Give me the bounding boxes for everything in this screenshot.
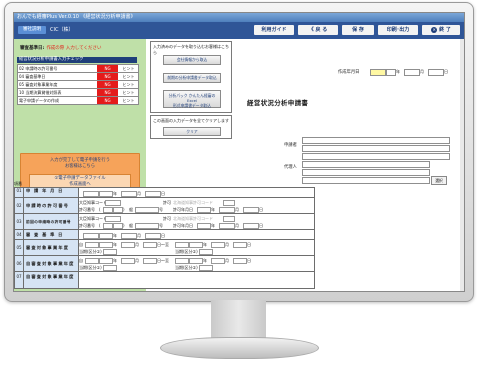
month-label: 月 bbox=[135, 258, 139, 263]
minister-code-label: 大臣知事コード bbox=[79, 200, 107, 205]
to-day-field[interactable] bbox=[233, 242, 247, 248]
to-label: 日〜至 bbox=[157, 242, 169, 247]
row-content: 大臣知事コード 許可 北海道知事許可コード 許可番号 ( ) 般 号 許可年月日… bbox=[77, 214, 314, 230]
paren: ) bbox=[123, 207, 125, 212]
from-day-field[interactable] bbox=[143, 242, 157, 248]
save-button[interactable]: 保 存 bbox=[342, 25, 374, 35]
month-label: 月 bbox=[225, 242, 229, 247]
year-label: 年 bbox=[113, 258, 117, 263]
app-screen: おんでも経審Plus Ver.0.10 《経営状況分析申請書》 審社説明 CIC… bbox=[13, 12, 465, 292]
vertical-scrollbar[interactable] bbox=[460, 39, 464, 291]
tab-company-info[interactable]: 審社説明 bbox=[18, 26, 46, 34]
row-number: 07 bbox=[15, 272, 24, 288]
row-name: 審査対象事業年度 bbox=[24, 240, 79, 256]
company-name: CIC（株） bbox=[50, 27, 74, 33]
day-label: 日 bbox=[247, 242, 251, 247]
paren: ) bbox=[123, 223, 125, 228]
year-label: 年 bbox=[203, 242, 207, 247]
row-name: 自審査対象事業年度 bbox=[24, 272, 79, 288]
day-label: 日 bbox=[247, 258, 251, 263]
close-icon: ✕ bbox=[431, 26, 438, 33]
minister-code-label: 大臣知事コード bbox=[79, 216, 107, 221]
to-day-field[interactable] bbox=[233, 258, 247, 264]
paren: ( bbox=[99, 207, 101, 212]
minister-code-field[interactable] bbox=[105, 216, 121, 222]
row-number: 05 bbox=[15, 240, 24, 256]
to-month-field[interactable] bbox=[211, 258, 225, 264]
from-era-select[interactable] bbox=[85, 258, 99, 264]
guide-button[interactable]: 利用ガイド bbox=[254, 25, 294, 35]
row-name: 自審査対象事業年度 bbox=[24, 256, 79, 272]
monitor-stand-base bbox=[160, 337, 319, 359]
minister-code-field[interactable] bbox=[105, 200, 121, 206]
year-label: 年 bbox=[113, 242, 117, 247]
print-button[interactable]: 印刷･出力 bbox=[378, 25, 418, 35]
permit-label: 許可 bbox=[163, 200, 171, 205]
from-label: 自 bbox=[79, 242, 83, 247]
to-month-field[interactable] bbox=[211, 242, 225, 248]
from-year-field[interactable] bbox=[99, 258, 113, 264]
back-button[interactable]: 《 戻 る bbox=[298, 25, 338, 35]
row-name: 申請時の許可番号 bbox=[24, 198, 79, 214]
row-content: 自 年 月 日〜至 年 月 日 当期(区分①) 当期(区分②) bbox=[77, 256, 314, 272]
permit-authority-field[interactable] bbox=[223, 200, 235, 206]
permit-label: 許可 bbox=[163, 216, 171, 221]
month-label: 月 bbox=[135, 242, 139, 247]
permit-authority: 北海道知事許可コード bbox=[173, 216, 213, 221]
exit-button[interactable]: ✕ 終 了 bbox=[422, 25, 460, 35]
row-number: 03 bbox=[15, 214, 24, 230]
from-month-field[interactable] bbox=[121, 242, 135, 248]
exit-label: 終 了 bbox=[439, 27, 451, 33]
from-month-field[interactable] bbox=[121, 258, 135, 264]
to-year-field[interactable] bbox=[189, 242, 203, 248]
row-number: 02 bbox=[15, 198, 24, 214]
month-label: 月 bbox=[225, 258, 229, 263]
table-row: 07 自審査対象事業年度 bbox=[14, 271, 315, 289]
permit-authority: 北海道知事許可コード bbox=[173, 200, 213, 205]
to-era-select[interactable] bbox=[175, 242, 189, 248]
row-number: 06 bbox=[15, 256, 24, 272]
from-day-field[interactable] bbox=[143, 258, 157, 264]
to-label: 日〜至 bbox=[157, 258, 169, 263]
window-title: おんでも経審Plus Ver.0.10 《経営状況分析申請書》 bbox=[14, 13, 464, 22]
paren: ( bbox=[99, 223, 101, 228]
permit-authority-field[interactable] bbox=[223, 216, 235, 222]
row-content: 自 年 月 日〜至 年 月 日 当期(区分①) 当期(区分②) bbox=[77, 240, 314, 256]
to-year-field[interactable] bbox=[189, 258, 203, 264]
form-area: 項番 01 申 請 年 月 日 年 月 日 02 申請時の許可番号 大臣知事コー… bbox=[14, 39, 464, 291]
row-name: 前回の申請時の許可番号 bbox=[24, 214, 79, 230]
toolbar: 審社説明 CIC（株） 利用ガイド 《 戻 る 保 存 印刷･出力 ✕ 終 了 bbox=[14, 22, 464, 39]
from-year-field[interactable] bbox=[99, 242, 113, 248]
from-era-select[interactable] bbox=[85, 242, 99, 248]
to-era-select[interactable] bbox=[175, 258, 189, 264]
year-label: 年 bbox=[203, 258, 207, 263]
monitor-stand-neck bbox=[211, 300, 266, 340]
row-content: 大臣知事コード 許可 北海道知事許可コード 許可番号 ( ) 般 号 許可年月日… bbox=[77, 198, 314, 214]
from-label: 自 bbox=[79, 258, 83, 263]
